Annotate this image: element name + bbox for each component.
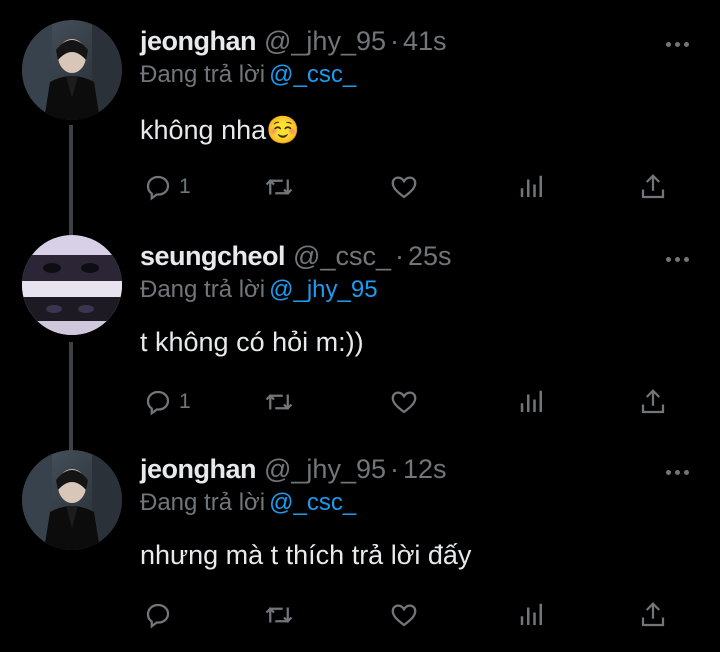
like-button[interactable] [389,167,419,207]
replying-to: Đang trả lời @_csc_ [140,489,356,517]
heart-icon [391,176,417,199]
more-icon[interactable] [666,255,690,263]
retweet-icon [265,607,293,623]
separator-dot: · [394,241,404,271]
analytics-icon [520,175,542,197]
retweet-icon [265,394,293,410]
reply-button[interactable]: 1 [143,167,191,207]
share-icon [641,389,665,414]
views-button[interactable] [517,167,547,207]
replying-to-label: Đang trả lời [140,276,266,303]
replying-to: Đang trả lời @_jhy_95 [140,276,378,304]
timestamp[interactable]: 41s [403,26,447,56]
retweet-icon [265,179,293,195]
views-button[interactable] [517,595,547,635]
more-icon[interactable] [666,40,690,48]
share-icon [641,602,665,627]
timestamp[interactable]: 25s [408,241,452,271]
replying-to-label: Đang trả lời [140,489,266,516]
tweet-header: seungcheol @_csc_ · 25s [140,241,452,272]
views-button[interactable] [517,382,547,422]
author-name[interactable]: seungcheol [140,241,286,271]
tweet-text: nhưng mà t thích trả lời đấy [140,540,472,570]
share-icon [641,174,665,199]
mention-link[interactable]: @_csc_ [269,61,356,88]
tweet-text: không nha☺️ [140,115,300,145]
mention-link[interactable]: @_csc_ [269,489,356,516]
tweet-header: jeonghan @_jhy_95 · 12s [140,454,447,485]
share-button[interactable] [638,167,668,207]
author-name[interactable]: jeonghan [140,454,257,484]
heart-icon [391,604,417,627]
author-name[interactable]: jeonghan [140,26,257,56]
retweet-button[interactable] [264,595,294,635]
like-button[interactable] [389,382,419,422]
reply-icon [146,390,170,416]
avatar[interactable] [22,450,122,550]
action-bar: 1 [0,167,720,207]
heart-icon [391,391,417,414]
reply-button[interactable] [143,595,179,635]
retweet-button[interactable] [264,382,294,422]
retweet-button[interactable] [264,167,294,207]
avatar[interactable] [22,235,122,335]
tweet[interactable]: jeonghan @_jhy_95 · 41s Đang trả lời @_csc_ … [0,20,720,228]
more-icon[interactable] [666,468,690,476]
tweet[interactable]: jeonghan @_jhy_95 · 12s Đang trả lời @_csc_ … [0,450,720,652]
tweet-header: jeonghan @_jhy_95 · 41s [140,26,447,57]
share-button[interactable] [638,595,668,635]
share-button[interactable] [638,382,668,422]
reply-button[interactable]: 1 [143,382,191,422]
reply-count: 1 [179,175,191,198]
action-bar [0,595,720,635]
author-handle[interactable]: @_jhy_95 [264,454,386,484]
reply-icon [146,603,170,629]
author-handle[interactable]: @_csc_ [293,241,391,271]
analytics-icon [520,603,542,625]
avatar[interactable] [22,20,122,120]
timestamp[interactable]: 12s [403,454,447,484]
separator-dot: · [390,26,399,56]
tweet[interactable]: seungcheol @_csc_ · 25s Đang trả lời @_jhy_9… [0,235,720,443]
like-button[interactable] [389,595,419,635]
reply-count: 1 [179,390,191,413]
mention-link[interactable]: @_jhy_95 [269,276,377,303]
replying-to-label: Đang trả lời [140,61,266,88]
separator-dot: · [390,454,399,484]
author-handle[interactable]: @_jhy_95 [264,26,386,56]
tweet-text: t không có hỏi m:)) [140,327,364,357]
action-bar: 1 [0,382,720,422]
reply-icon [146,175,170,201]
analytics-icon [520,390,542,412]
replying-to: Đang trả lời @_csc_ [140,61,356,89]
